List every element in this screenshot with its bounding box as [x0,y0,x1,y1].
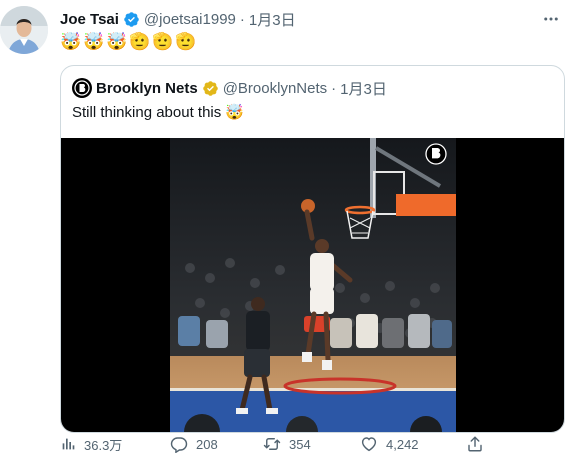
separator-dot: · [331,79,337,97]
share-icon [468,436,482,452]
reply-count: 208 [196,436,218,452]
quoted-text-body: Still thinking about this [72,104,222,121]
saluting-face-emoji: 🫡 [152,32,174,51]
quoted-tweet[interactable]: Brooklyn Nets @BrooklynNets · 1月3日 Still… [60,65,565,433]
quoted-tweet-header: Brooklyn Nets @BrooklynNets · 1月3日 [72,77,387,99]
views-icon [62,438,75,450]
reply-icon [170,437,188,453]
tweet-actions: 36.3万 208 354 4,242 [60,432,560,456]
video-frame [170,138,456,432]
like-button[interactable]: 4,242 [360,432,419,456]
author-name[interactable]: Joe Tsai [60,11,119,28]
views-count: 36.3万 [84,437,123,453]
tweet-header: Joe Tsai @joetsai1999 · 1月3日 [60,9,296,29]
exploding-head-emoji: 🤯 [106,32,128,51]
video-player[interactable] [61,138,564,432]
quoted-author-handle: @BrooklynNets [222,79,328,97]
retweet-count: 354 [289,436,311,452]
tweet-text: 🤯 🤯 🤯 🫡 🫡 🫡 [60,31,197,53]
quoted-author-name: Brooklyn Nets [96,79,198,97]
retweet-icon [263,438,281,450]
saluting-face-emoji: 🫡 [175,32,197,51]
quoted-tweet-date: 1月3日 [340,80,387,98]
verified-badge-icon [124,11,139,27]
tweet-date[interactable]: 1月3日 [249,9,296,30]
more-icon [544,17,558,21]
share-button[interactable] [466,432,484,456]
dunk-video-still [170,138,456,432]
separator-dot: · [239,10,245,28]
nets-logo-icon [74,80,90,96]
like-icon [361,437,377,452]
reply-button[interactable]: 208 [170,432,218,456]
author-handle[interactable]: @joetsai1999 [144,11,236,28]
exploding-head-emoji: 🤯 [60,32,82,51]
saluting-face-emoji: 🫡 [129,32,151,51]
exploding-head-emoji: 🤯 [225,104,244,121]
more-button[interactable] [540,8,562,30]
avatar-portrait [0,6,48,54]
author-avatar[interactable] [0,6,48,54]
gold-verified-badge-icon [202,80,218,96]
like-count: 4,242 [386,436,419,452]
views-button[interactable]: 36.3万 [60,432,122,456]
retweet-button[interactable]: 354 [263,432,311,456]
quoted-author-avatar [72,78,92,98]
quoted-tweet-text: Still thinking about this 🤯 [72,102,244,124]
exploding-head-emoji: 🤯 [83,32,105,51]
